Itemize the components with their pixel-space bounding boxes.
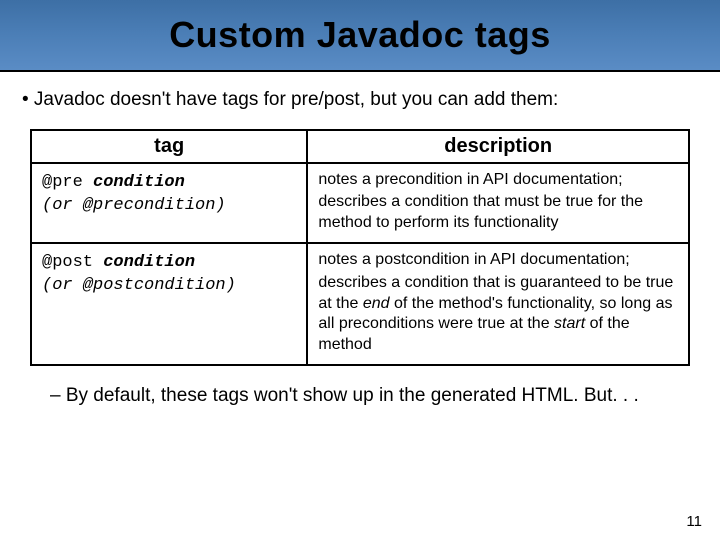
sub-bullet: – By default, these tags won't show up i… [50,384,698,409]
desc-cell-post: notes a postcondition in API documentati… [307,243,689,365]
desc-line: notes a postcondition in API documentati… [318,250,678,271]
desc-cell-pre: notes a precondition in API documentatio… [307,163,689,243]
header-tag: tag [31,130,307,163]
tag-prefix: @pre [42,173,93,192]
tag-cell-post: @post condition (or @postcondition) [31,243,307,365]
page-number: 11 [686,513,702,530]
tag-arg: condition [93,173,185,192]
desc-line: describes a condition that is guaranteed… [318,273,678,356]
header-description: description [307,130,689,163]
table-row: @post condition (or @postcondition) note… [31,243,689,365]
main-bullet: • Javadoc doesn't have tags for pre/post… [22,88,698,113]
title-bar: Custom Javadoc tags [0,0,720,72]
tag-alt: (or @postcondition) [42,275,296,298]
desc-line: describes a condition that must be true … [318,192,678,234]
slide-title: Custom Javadoc tags [169,14,551,56]
tags-table: tag description @pre condition (or @prec… [30,129,690,366]
slide-body: • Javadoc doesn't have tags for pre/post… [0,72,720,409]
tag-cell-pre: @pre condition (or @precondition) [31,163,307,243]
desc-line: notes a precondition in API documentatio… [318,170,678,191]
tag-arg: condition [103,253,195,272]
tag-alt: (or @precondition) [42,195,296,218]
tag-prefix: @post [42,253,103,272]
table-row: @pre condition (or @precondition) notes … [31,163,689,243]
